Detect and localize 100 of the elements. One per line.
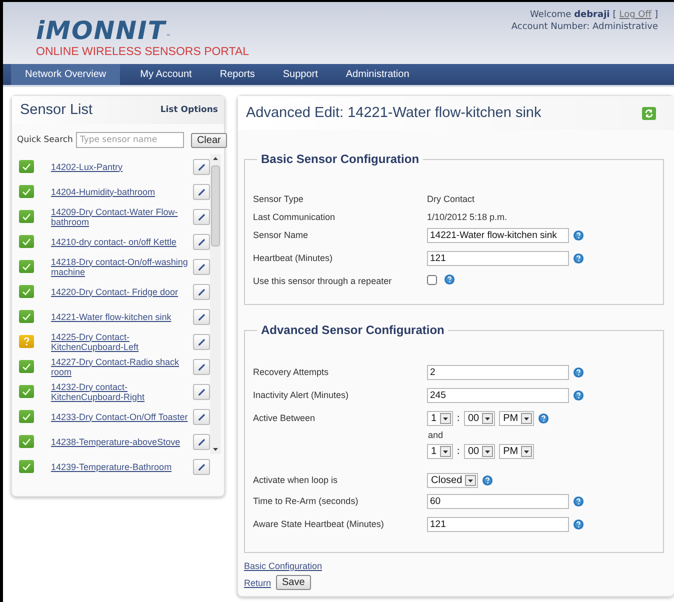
check-status-icon [19,210,34,223]
edit-button[interactable] [193,284,210,300]
account-number: Account Number: Administrative [511,21,658,33]
search-label: Quick Search [17,135,73,145]
sensor-link[interactable]: 14221-Water flow-kitchen sink [51,312,189,322]
sensor-link[interactable]: 14233-Dry Contact-On/Off Toaster [51,412,189,422]
save-button[interactable]: Save [276,575,311,590]
sensor-link[interactable]: 14232-Dry contact-KitchenCupboard-Right [51,382,189,402]
time-separator: : [456,446,460,457]
scrollbar[interactable] [210,154,221,454]
help-icon[interactable] [482,475,494,486]
check-status-icon [19,310,34,323]
section-title: Basic Sensor Configuration [260,152,420,166]
logo: iMONNIT [36,18,166,44]
bracket: [ [612,9,616,21]
caret-icon [482,413,494,424]
edit-button[interactable] [193,408,210,424]
nav-tab[interactable]: Administration [332,64,424,85]
help-icon[interactable] [573,230,584,241]
field-value: 1/10/2012 5:18 p.m. [427,211,508,222]
sensor-link[interactable]: 14209-Dry Contact-Water Flow-bathroom [51,206,189,226]
input-field[interactable]: 245 [427,388,569,403]
nav-tab[interactable]: Reports [206,64,269,85]
sensor-link[interactable]: 14239-Temperature-Bathroom [51,462,189,472]
input-field[interactable]: 2 [427,365,569,380]
sensor-link[interactable]: 14210-dry contact- on/off Kettle [51,236,189,246]
refresh-icon[interactable] [642,106,656,120]
pencil-icon [196,436,206,446]
check-status-icon [19,385,34,398]
sensor-link[interactable]: 14225-Dry Contact-KitchenCupboard-Left [51,332,189,352]
nav-tab[interactable]: Network Overview [11,64,120,85]
edit-button[interactable] [193,234,210,250]
field-value: Dry Contact [427,193,476,204]
help-icon[interactable] [444,274,455,285]
question-status-icon [19,335,34,348]
caret-icon [440,446,451,457]
return-link[interactable]: Return [244,578,272,588]
basic-configuration-link[interactable]: Basic Configuration [244,561,664,571]
help-icon[interactable] [573,390,584,401]
edit-button[interactable] [193,434,210,450]
nav-tab[interactable]: Support [268,64,332,85]
caret-icon [521,413,532,424]
edit-button[interactable] [193,334,210,350]
panel-title: Advanced Edit: 14221-Water flow-kitchen sink [246,105,542,121]
field-label: Activate when loop is [253,474,339,485]
edit-button[interactable] [193,384,210,400]
pencil-icon [196,386,206,396]
caret-icon [482,446,494,457]
ampm-dropdown[interactable]: PM [499,411,534,426]
help-icon[interactable] [573,519,584,530]
field-label: Active Between [253,412,316,423]
edit-button[interactable] [193,458,210,474]
pencil-icon [196,262,206,272]
edit-button[interactable] [193,308,210,324]
help-icon[interactable] [573,496,584,507]
pencil-icon [196,362,206,372]
pencil-icon [196,162,206,172]
hour-dropdown[interactable]: 1 [427,411,453,426]
input-field[interactable]: 121 [427,251,569,266]
checkbox[interactable] [427,274,437,284]
pencil-icon [196,212,206,222]
input-field[interactable]: 60 [427,494,569,509]
hour-dropdown[interactable]: 1 [427,444,453,459]
help-icon[interactable] [538,413,550,424]
field-label: Inactivity Alert (Minutes) [253,389,350,400]
check-status-icon [19,460,34,473]
pencil-icon [196,286,206,296]
caret-icon [440,413,451,424]
input-field[interactable]: 121 [427,517,569,532]
loop-dropdown[interactable]: Closed [427,473,478,488]
sensor-link[interactable]: 14218-Dry contact-On/off-washing machine [51,256,189,276]
nav-tab[interactable]: My Account [126,64,206,85]
sensor-link[interactable]: 14238-Temperature-aboveStove [51,436,189,446]
edit-button[interactable] [193,258,210,274]
minute-dropdown[interactable]: 00 [464,411,496,426]
check-status-icon [19,160,34,173]
ampm-dropdown[interactable]: PM [499,444,534,459]
help-icon[interactable] [573,367,584,378]
pencil-icon [196,312,206,322]
help-icon[interactable] [573,253,584,264]
sensor-link[interactable]: 14227-Dry Contact-Radio shack room [51,356,189,376]
minute-dropdown[interactable]: 00 [464,444,496,459]
and-text: and [427,430,444,440]
sensor-link[interactable]: 14220-Dry Contact- Fridge door [51,286,189,296]
pencil-icon [196,412,206,422]
clear-button[interactable]: Clear [190,132,227,148]
check-status-icon [19,410,34,423]
input-field[interactable]: 14221-Water flow-kitchen sink [427,228,569,243]
edit-button[interactable] [193,184,210,200]
sensor-link[interactable]: 14202-Lux-Pantry [51,162,189,172]
search-field[interactable]: Type sensor name [76,132,184,148]
field-label: Aware State Heartbeat (Minutes) [253,518,385,529]
edit-button[interactable] [193,358,210,374]
edit-button[interactable] [193,208,210,224]
edit-button[interactable] [193,158,210,174]
field-label: Sensor Type [253,193,304,204]
check-status-icon [19,185,34,198]
sensor-link[interactable]: 14204-Humidity-bathroom [51,186,189,196]
list-options-link[interactable]: List Options [160,105,218,115]
time-separator: : [456,413,460,424]
